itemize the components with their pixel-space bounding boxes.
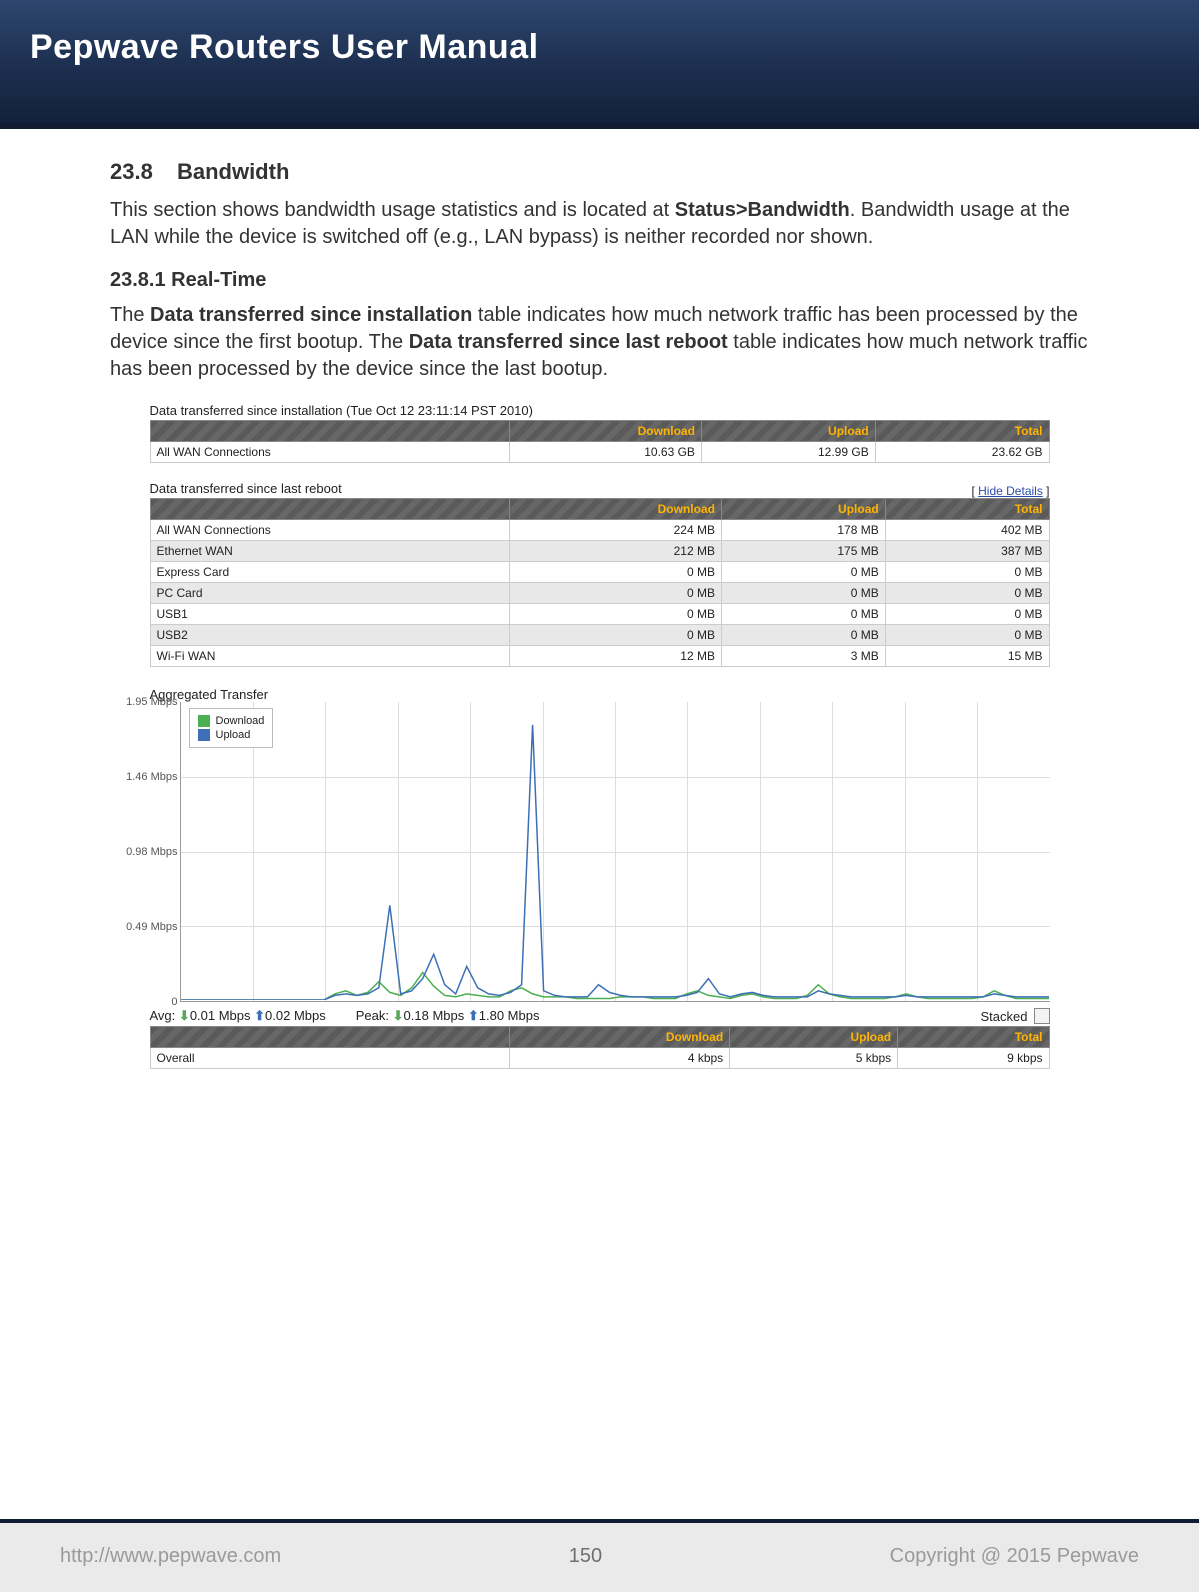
section-heading: 23.8 Bandwidth xyxy=(110,159,1089,185)
table-row: All WAN Connections 10.63 GB 12.99 GB 23… xyxy=(150,442,1049,463)
subsection-title: Real-Time xyxy=(171,269,266,291)
overall-table: Download Upload Total Overall 4 kbps 5 k… xyxy=(150,1026,1050,1069)
col-upload: Upload xyxy=(701,421,875,442)
table-row: All WAN Connections224 MB178 MB402 MB xyxy=(150,520,1049,541)
aggregated-transfer-chart: Aggregated Transfer 1.95 Mbps 1.46 Mbps … xyxy=(150,687,1050,1069)
table-row: USB10 MB0 MB0 MB xyxy=(150,604,1049,625)
y-axis: 1.95 Mbps 1.46 Mbps 0.98 Mbps 0.49 Mbps … xyxy=(110,702,180,1002)
legend-swatch-download xyxy=(198,715,210,727)
down-arrow-icon: ⬇ xyxy=(179,1008,190,1023)
chart-title: Aggregated Transfer xyxy=(150,687,1050,702)
install-table: Download Upload Total All WAN Connection… xyxy=(150,420,1050,463)
col-total: Total xyxy=(875,421,1049,442)
page-footer: http://www.pepwave.com 150 Copyright @ 2… xyxy=(0,1519,1199,1592)
subsection-heading: 23.8.1 Real-Time xyxy=(110,269,1089,292)
footer-url: http://www.pepwave.com xyxy=(60,1545,281,1568)
footer-copyright: Copyright @ 2015 Pepwave xyxy=(890,1545,1139,1568)
table-row: USB20 MB0 MB0 MB xyxy=(150,625,1049,646)
chart-plot-area: Download Upload xyxy=(180,702,1050,1002)
chart-lines xyxy=(181,702,1049,1000)
hide-details-link[interactable]: [ Hide Details ] xyxy=(971,484,1049,498)
down-arrow-icon: ⬇ xyxy=(393,1008,404,1023)
install-table-caption: Data transferred since installation (Tue… xyxy=(150,403,1050,418)
up-arrow-icon: ⬆ xyxy=(468,1008,479,1023)
section-intro: This section shows bandwidth usage stati… xyxy=(110,197,1089,251)
section-title: Bandwidth xyxy=(177,159,289,184)
bandwidth-screenshot: Data transferred since installation (Tue… xyxy=(150,403,1050,1069)
footer-page-number: 150 xyxy=(569,1545,602,1568)
table-header-row: Download Upload Total xyxy=(150,421,1049,442)
up-arrow-icon: ⬆ xyxy=(254,1008,265,1023)
document-title: Pepwave Routers User Manual xyxy=(30,28,1169,67)
chart-legend: Download Upload xyxy=(189,708,274,748)
section-number: 23.8 xyxy=(110,159,153,185)
reboot-table: Download Upload Total All WAN Connection… xyxy=(150,498,1050,667)
table-row: Ethernet WAN212 MB175 MB387 MB xyxy=(150,541,1049,562)
page-header: Pepwave Routers User Manual xyxy=(0,0,1199,129)
table-row: PC Card0 MB0 MB0 MB xyxy=(150,583,1049,604)
subsection-paragraph: The Data transferred since installation … xyxy=(110,302,1089,383)
col-download: Download xyxy=(510,421,702,442)
stacked-checkbox[interactable] xyxy=(1034,1008,1050,1024)
legend-swatch-upload xyxy=(198,729,210,741)
subsection-number: 23.8.1 xyxy=(110,269,166,291)
table-row: Express Card0 MB0 MB0 MB xyxy=(150,562,1049,583)
table-row: Overall 4 kbps 5 kbps 9 kbps xyxy=(150,1048,1049,1069)
chart-stats-row: Avg: ⬇0.01 Mbps ⬆0.02 Mbps Peak: ⬇0.18 M… xyxy=(150,1008,1050,1024)
table-row: Wi-Fi WAN12 MB3 MB15 MB xyxy=(150,646,1049,667)
page-content: 23.8 Bandwidth This section shows bandwi… xyxy=(0,129,1199,1069)
reboot-table-caption: Data transferred since last reboot xyxy=(150,481,342,496)
table-header-row: Download Upload Total xyxy=(150,499,1049,520)
col-empty xyxy=(150,421,510,442)
